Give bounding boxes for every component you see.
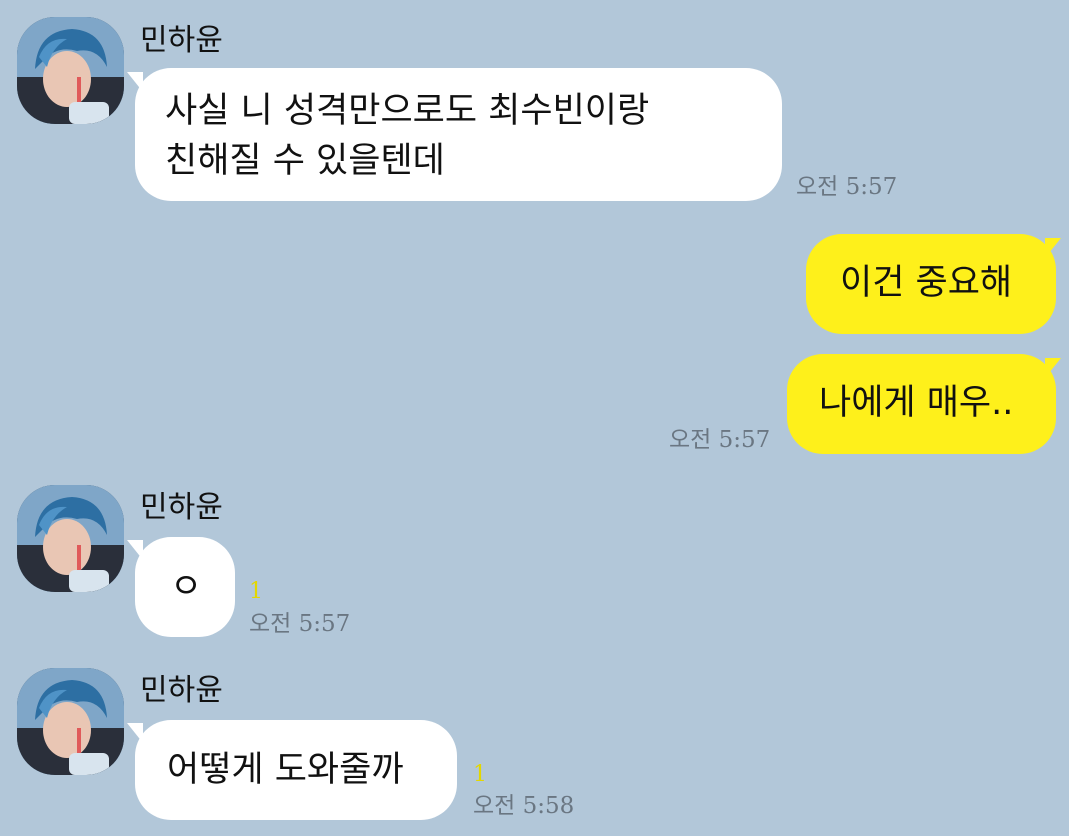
message-timestamp: 오전 5:57: [249, 611, 351, 637]
message-text-line: 사실 니 성격만으로도 최수빈이랑: [165, 91, 650, 131]
bubble-tail: [1045, 238, 1061, 258]
profile-photo-icon: [17, 17, 124, 124]
message-text-line: 이건 중요해: [840, 263, 1013, 303]
message-bubble[interactable]: 나에게 매우..: [787, 354, 1056, 454]
unread-count: 1: [249, 579, 263, 604]
sender-name: 민하윤: [140, 673, 223, 708]
message-timestamp: 오전 5:58: [473, 793, 575, 819]
message-text-line: ㅇ: [170, 567, 203, 607]
sender-avatar[interactable]: [17, 17, 124, 124]
message-bubble[interactable]: 이건 중요해: [806, 234, 1056, 334]
message-bubble[interactable]: 사실 니 성격만으로도 최수빈이랑 친해질 수 있을텐데: [135, 68, 782, 201]
message-timestamp: 오전 5:57: [796, 174, 898, 200]
profile-photo-icon: [17, 668, 124, 775]
message-text-line: 나에게 매우..: [819, 383, 1014, 423]
unread-count: 1: [473, 762, 487, 787]
profile-photo-icon: [17, 485, 124, 592]
message-text-line: 어떻게 도와줄까: [167, 750, 404, 790]
sender-avatar[interactable]: [17, 485, 124, 592]
bubble-tail: [1045, 358, 1061, 378]
message-timestamp: 오전 5:57: [669, 427, 771, 453]
sender-avatar[interactable]: [17, 668, 124, 775]
message-bubble[interactable]: ㅇ: [135, 537, 235, 637]
sender-name: 민하윤: [140, 23, 223, 58]
message-bubble[interactable]: 어떻게 도와줄까: [135, 720, 457, 820]
message-text-line: 친해질 수 있을텐데: [165, 141, 445, 181]
sender-name: 민하윤: [140, 490, 223, 525]
